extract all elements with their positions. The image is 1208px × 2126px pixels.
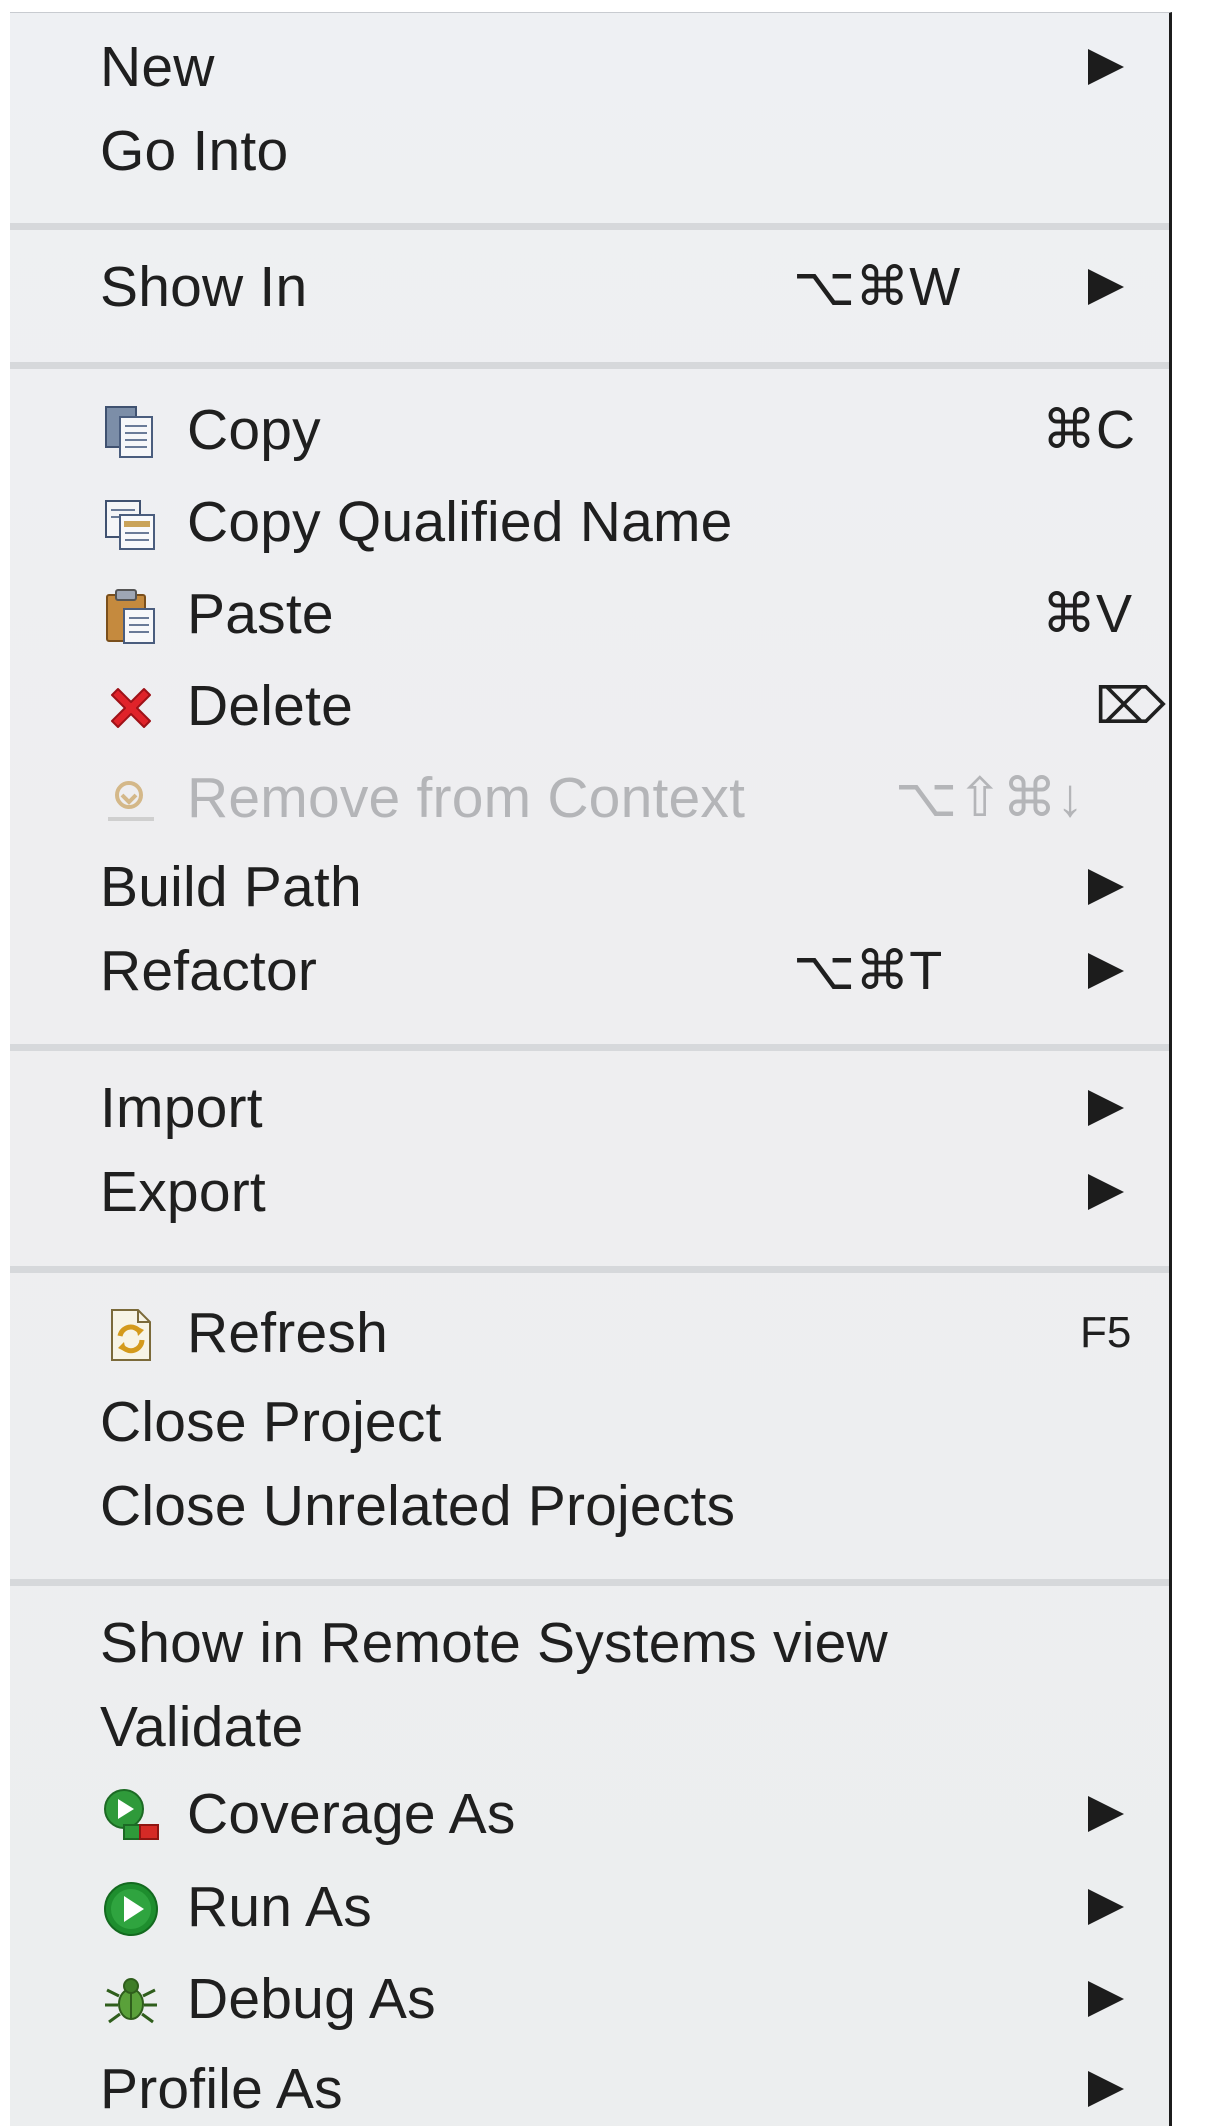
menu-item-go-into[interactable]: Go Into bbox=[10, 109, 1169, 193]
menu-item-label: New bbox=[100, 35, 215, 99]
refresh-icon bbox=[100, 1307, 162, 1363]
copy-icon bbox=[100, 404, 162, 460]
menu-item-label: Coverage As bbox=[187, 1782, 516, 1846]
menu-separator bbox=[10, 1579, 1169, 1586]
menu-item-shortcut: ⌘C bbox=[1042, 400, 1135, 460]
submenu-arrow-icon bbox=[1088, 2071, 1124, 2107]
menu-item-label: Show In bbox=[100, 255, 308, 319]
menu-item-close-project[interactable]: Close Project bbox=[10, 1380, 1169, 1464]
remove-from-context-icon bbox=[100, 772, 162, 828]
menu-item-label: Refactor bbox=[100, 939, 318, 1003]
delete-icon bbox=[100, 680, 162, 736]
submenu-arrow-icon bbox=[1088, 1889, 1124, 1925]
menu-separator bbox=[10, 1266, 1169, 1273]
menu-separator bbox=[10, 1044, 1169, 1051]
menu-item-label: Profile As bbox=[100, 2057, 343, 2121]
run-icon bbox=[100, 1881, 162, 1937]
menu-item-label: Debug As bbox=[187, 1967, 436, 2031]
submenu-arrow-icon bbox=[1088, 1090, 1124, 1126]
menu-item-shortcut: ⌘V bbox=[1042, 584, 1133, 644]
menu-item-label: Paste bbox=[187, 582, 334, 646]
menu-item-profile-as[interactable]: Profile As bbox=[10, 2047, 1169, 2126]
menu-item-label: Show in Remote Systems view bbox=[100, 1611, 888, 1675]
menu-item-label: Import bbox=[100, 1076, 263, 1140]
menu-item-label: Close Unrelated Projects bbox=[100, 1474, 736, 1538]
menu-item-refresh[interactable]: Refresh F5 bbox=[10, 1291, 1169, 1375]
submenu-arrow-icon bbox=[1088, 1981, 1124, 2017]
menu-item-debug-as[interactable]: Debug As bbox=[10, 1957, 1169, 2041]
paste-icon bbox=[100, 588, 162, 644]
submenu-arrow-icon bbox=[1088, 1796, 1124, 1832]
debug-icon bbox=[100, 1973, 162, 2029]
context-menu: New Go Into Show In ⌥⌘W Copy ⌘C Copy Qua… bbox=[10, 12, 1172, 2126]
menu-item-coverage-as[interactable]: Coverage As bbox=[10, 1772, 1169, 1856]
menu-item-new[interactable]: New bbox=[10, 25, 1169, 109]
menu-item-remove-from-context[interactable]: Remove from Context ⌥⇧⌘↓ bbox=[10, 756, 1169, 840]
menu-item-label: Validate bbox=[100, 1695, 304, 1759]
menu-separator bbox=[10, 223, 1169, 230]
menu-item-label: Run As bbox=[187, 1875, 372, 1939]
submenu-arrow-icon bbox=[1088, 953, 1124, 989]
menu-item-close-unrelated-projects[interactable]: Close Unrelated Projects bbox=[10, 1464, 1169, 1548]
menu-item-refactor[interactable]: Refactor ⌥⌘T bbox=[10, 929, 1169, 1013]
menu-item-shortcut: ⌥⌘T bbox=[793, 941, 943, 1001]
submenu-arrow-icon bbox=[1088, 49, 1124, 85]
menu-item-label: Close Project bbox=[100, 1390, 442, 1454]
menu-item-delete[interactable]: Delete ⌦ bbox=[10, 664, 1169, 748]
menu-item-label: Copy bbox=[187, 398, 321, 462]
menu-item-show-in[interactable]: Show In ⌥⌘W bbox=[10, 245, 1169, 329]
copy-qualified-name-icon bbox=[100, 496, 162, 552]
menu-item-copy-qualified-name[interactable]: Copy Qualified Name bbox=[10, 480, 1169, 564]
menu-separator bbox=[10, 362, 1169, 369]
menu-item-shortcut: ⌥⌘W bbox=[793, 257, 961, 317]
submenu-arrow-icon bbox=[1088, 269, 1124, 305]
menu-item-import[interactable]: Import bbox=[10, 1066, 1169, 1150]
menu-item-paste[interactable]: Paste ⌘V bbox=[10, 572, 1169, 656]
submenu-arrow-icon bbox=[1088, 869, 1124, 905]
submenu-arrow-icon bbox=[1088, 1174, 1124, 1210]
menu-item-label: Go Into bbox=[100, 119, 289, 183]
menu-item-run-as[interactable]: Run As bbox=[10, 1865, 1169, 1949]
menu-item-label: Export bbox=[100, 1160, 266, 1224]
menu-item-shortcut: ⌦ bbox=[1095, 678, 1166, 734]
menu-item-label: Refresh bbox=[187, 1301, 388, 1365]
menu-item-shortcut: F5 bbox=[1080, 1308, 1132, 1357]
menu-item-label: Remove from Context bbox=[187, 766, 746, 830]
menu-item-show-in-remote-systems-view[interactable]: Show in Remote Systems view bbox=[10, 1601, 1169, 1685]
menu-item-label: Copy Qualified Name bbox=[187, 490, 733, 554]
menu-item-label: Build Path bbox=[100, 855, 362, 919]
menu-item-validate[interactable]: Validate bbox=[10, 1685, 1169, 1769]
menu-item-label: Delete bbox=[187, 674, 353, 738]
menu-item-copy[interactable]: Copy ⌘C bbox=[10, 388, 1169, 472]
menu-item-build-path[interactable]: Build Path bbox=[10, 845, 1169, 929]
menu-item-shortcut: ⌥⇧⌘↓ bbox=[895, 768, 1084, 828]
coverage-icon bbox=[100, 1788, 162, 1844]
menu-item-export[interactable]: Export bbox=[10, 1150, 1169, 1234]
